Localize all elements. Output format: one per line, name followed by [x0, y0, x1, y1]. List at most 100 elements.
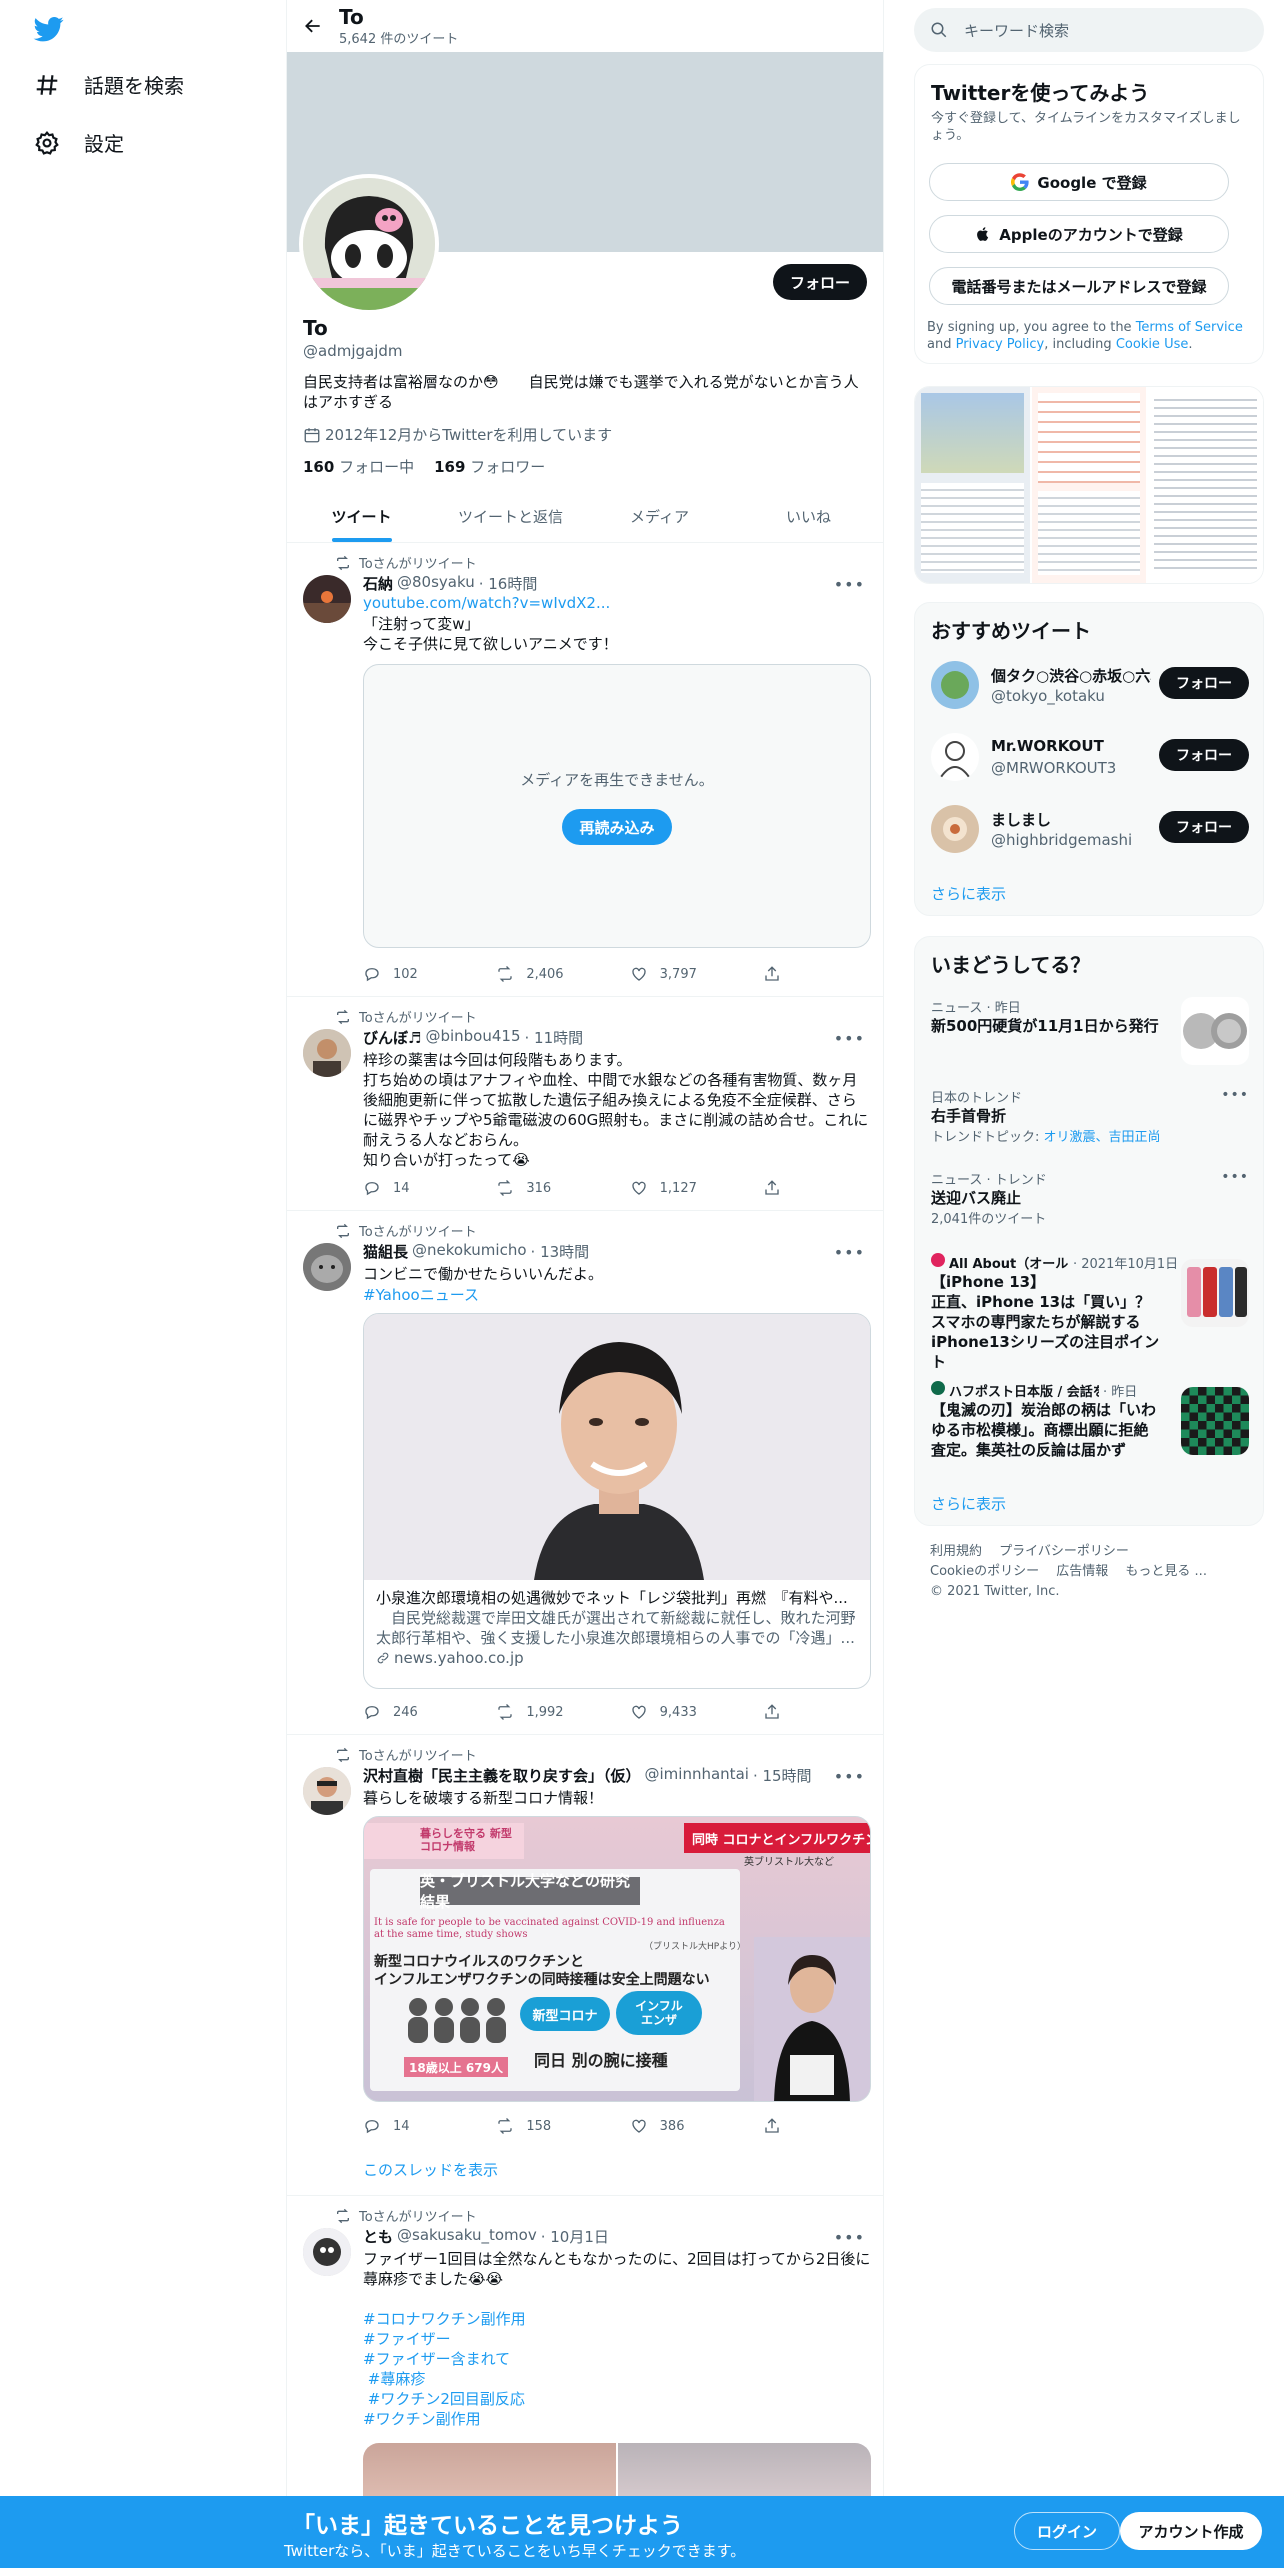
- tweet-avatar[interactable]: [303, 2228, 351, 2276]
- recommended-follow-button[interactable]: フォロー: [1159, 739, 1249, 771]
- tweet-author-handle[interactable]: @sakusaku_tomov: [397, 2226, 537, 2247]
- media-thumb[interactable]: [1148, 387, 1263, 583]
- media-thumb[interactable]: [915, 387, 1030, 583]
- footer-terms[interactable]: 利用規約: [930, 1544, 982, 1559]
- reply-button[interactable]: 246: [363, 1703, 471, 1721]
- tab-tweets[interactable]: ツイート: [287, 490, 436, 542]
- tweet-time[interactable]: · 13時間: [531, 1241, 590, 1262]
- tweet-author-handle[interactable]: @80syaku: [397, 573, 475, 594]
- following-link[interactable]: 160 フォロー中: [303, 456, 414, 477]
- tweet-link[interactable]: youtube.com/watch?v=wIvdX2...: [363, 594, 871, 612]
- recommended-user[interactable]: Mr.WORKOUT @MRWORKOUT3 フォロー: [931, 729, 1249, 789]
- recommended-user[interactable]: 個タク○渋谷○赤坂○六本木 @tokyo_kotaku フォロー: [931, 657, 1249, 717]
- tweet-avatar[interactable]: [303, 575, 351, 623]
- more-icon[interactable]: •••: [1221, 1169, 1249, 1185]
- footer-privacy[interactable]: プライバシーポリシー: [999, 1544, 1129, 1559]
- tweet-author-handle[interactable]: @binbou415: [425, 1027, 520, 1048]
- tab-likes[interactable]: いいね: [734, 490, 883, 542]
- reply-button[interactable]: 14: [363, 1179, 471, 1197]
- tweet-time[interactable]: · 10月1日: [541, 2226, 609, 2247]
- like-button[interactable]: 1,127: [630, 1179, 738, 1197]
- tweet-avatar[interactable]: [303, 1029, 351, 1077]
- retweet-button[interactable]: 316: [496, 1179, 604, 1197]
- media-thumb[interactable]: [1031, 387, 1147, 583]
- recommended-follow-button[interactable]: フォロー: [1159, 811, 1249, 843]
- trend-item[interactable]: ニュース · 昨日 新500円硬貨が11月1日から発行: [931, 997, 1249, 1077]
- apple-signup-button[interactable]: Appleのアカウントで登録: [929, 215, 1229, 253]
- privacy-link[interactable]: Privacy Policy: [956, 337, 1045, 352]
- cookie-link[interactable]: Cookie Use: [1116, 337, 1189, 352]
- hashtag-link[interactable]: #ファイザー: [363, 2329, 871, 2349]
- follow-button[interactable]: フォロー: [773, 264, 867, 300]
- more-icon[interactable]: •••: [1221, 1087, 1249, 1103]
- footer-ads[interactable]: 広告情報: [1056, 1564, 1108, 1579]
- like-button[interactable]: 386: [630, 2117, 738, 2135]
- tweet-time[interactable]: · 16時間: [479, 573, 538, 594]
- phone-email-signup-button[interactable]: 電話番号またはメールアドレスで登録: [929, 267, 1229, 305]
- link-card[interactable]: 小泉進次郎環境相の処遇微妙でネット「レジ袋批判」再燃 『有料や... 自民党総裁…: [363, 1313, 871, 1689]
- recommended-avatar[interactable]: [931, 733, 979, 781]
- footer-cookie[interactable]: Cookieのポリシー: [930, 1564, 1039, 1579]
- hashtag-link[interactable]: #コロナワクチン副作用: [363, 2309, 871, 2329]
- show-thread-link[interactable]: このスレッドを表示: [363, 2159, 498, 2180]
- share-button[interactable]: [763, 1179, 793, 1197]
- trend-item[interactable]: All About（オール... · 2021年10月1日 【iPhone 13…: [931, 1253, 1249, 1373]
- recommended-show-more[interactable]: さらに表示: [931, 883, 1006, 904]
- profile-avatar[interactable]: [299, 174, 439, 314]
- retweet-button[interactable]: 158: [496, 2117, 604, 2135]
- tweet-author-name[interactable]: 沢村直樹「民主主義を取り戻す会」（仮）: [363, 1765, 641, 1786]
- tweet-time[interactable]: · 11時間: [525, 1027, 584, 1048]
- retweet-button[interactable]: 1,992: [496, 1703, 604, 1721]
- hashtag-link[interactable]: #ワクチン副作用: [363, 2409, 871, 2429]
- recommended-avatar[interactable]: [931, 805, 979, 853]
- hashtag-link[interactable]: #ファイザー含まれて: [363, 2349, 871, 2369]
- back-arrow-icon[interactable]: [287, 0, 339, 52]
- tab-tweets-replies[interactable]: ツイートと返信: [436, 490, 585, 542]
- media-player[interactable]: メディアを再生できません。 再読み込み: [363, 664, 871, 948]
- trends-show-more[interactable]: さらに表示: [931, 1493, 1006, 1514]
- google-signup-button[interactable]: Google で登録: [929, 163, 1229, 201]
- nav-explore[interactable]: 話題を検索: [34, 70, 184, 99]
- tweet[interactable]: Toさんがリツイート ••• とも @sakusaku_tomov · 10月1…: [287, 2196, 883, 2523]
- tweet-author-name[interactable]: 猫組長: [363, 1241, 408, 1262]
- trend-item[interactable]: ハフポスト日本版 / 会話を... · 昨日 【鬼滅の刃】炭治郎の柄は「いわゆる…: [931, 1381, 1249, 1481]
- tweet-time[interactable]: · 15時間: [753, 1765, 812, 1786]
- search-box[interactable]: キーワード検索: [914, 8, 1264, 52]
- reload-button[interactable]: 再読み込み: [562, 809, 672, 845]
- reply-button[interactable]: 102: [363, 965, 471, 983]
- footer-more[interactable]: もっと見る ...: [1125, 1564, 1207, 1579]
- recommended-avatar[interactable]: [931, 661, 979, 709]
- share-button[interactable]: [763, 1703, 793, 1721]
- like-button[interactable]: 3,797: [630, 965, 738, 983]
- share-button[interactable]: [763, 965, 793, 983]
- reply-button[interactable]: 14: [363, 2117, 471, 2135]
- tweet-avatar[interactable]: [303, 1767, 351, 1815]
- nav-settings[interactable]: 設定: [34, 128, 124, 157]
- tab-media[interactable]: メディア: [585, 490, 734, 542]
- hashtag-link[interactable]: #Yahooニュース: [363, 1284, 871, 1305]
- tweet[interactable]: Toさんがリツイート ••• 石納 @80syaku · 16時間 youtub…: [287, 543, 883, 997]
- share-button[interactable]: [763, 2117, 793, 2135]
- tweet-image[interactable]: 暮らしを守る 新型コロナ情報 同時 コロナとインフルワクチン 英ブリストル大など…: [363, 1816, 871, 2102]
- tweet[interactable]: Toさんがリツイート ••• びんぼ♬ @binbou415 · 11時間 梓珍…: [287, 997, 883, 1211]
- trend-item[interactable]: ニュース · トレンド 送迎バス廃止 2,041件のツイート •••: [931, 1169, 1249, 1229]
- tweet-author-name[interactable]: びんぼ♬: [363, 1027, 421, 1048]
- like-button[interactable]: 9,433: [630, 1703, 738, 1721]
- tweet-avatar[interactable]: [303, 1243, 351, 1291]
- hashtag-link[interactable]: #蕁麻疹: [363, 2369, 871, 2389]
- terms-link[interactable]: Terms of Service: [1136, 320, 1243, 335]
- tweet-author-handle[interactable]: @iminnhantai: [645, 1765, 749, 1786]
- hashtag-link[interactable]: #ワクチン2回目副反応: [363, 2389, 871, 2409]
- twitter-logo-icon[interactable]: [32, 14, 66, 44]
- recommended-follow-button[interactable]: フォロー: [1159, 667, 1249, 699]
- trend-sub-links[interactable]: オリ激震、吉田正尚: [1044, 1130, 1161, 1145]
- signup-button[interactable]: アカウント作成: [1120, 2512, 1262, 2550]
- tweet-author-name[interactable]: とも: [363, 2226, 393, 2247]
- tweet[interactable]: Toさんがリツイート ••• 沢村直樹「民主主義を取り戻す会」（仮） @imin…: [287, 1735, 883, 2196]
- tweet-author-handle[interactable]: @nekokumicho: [412, 1241, 527, 1262]
- login-button[interactable]: ログイン: [1014, 2512, 1120, 2550]
- tweet[interactable]: Toさんがリツイート ••• 猫組長 @nekokumicho · 13時間 コ…: [287, 1211, 883, 1735]
- tweet-author-name[interactable]: 石納: [363, 573, 393, 594]
- retweet-button[interactable]: 2,406: [496, 965, 604, 983]
- trend-item[interactable]: 日本のトレンド 右手首骨折 トレンドトピック: オリ激震、吉田正尚 •••: [931, 1087, 1249, 1157]
